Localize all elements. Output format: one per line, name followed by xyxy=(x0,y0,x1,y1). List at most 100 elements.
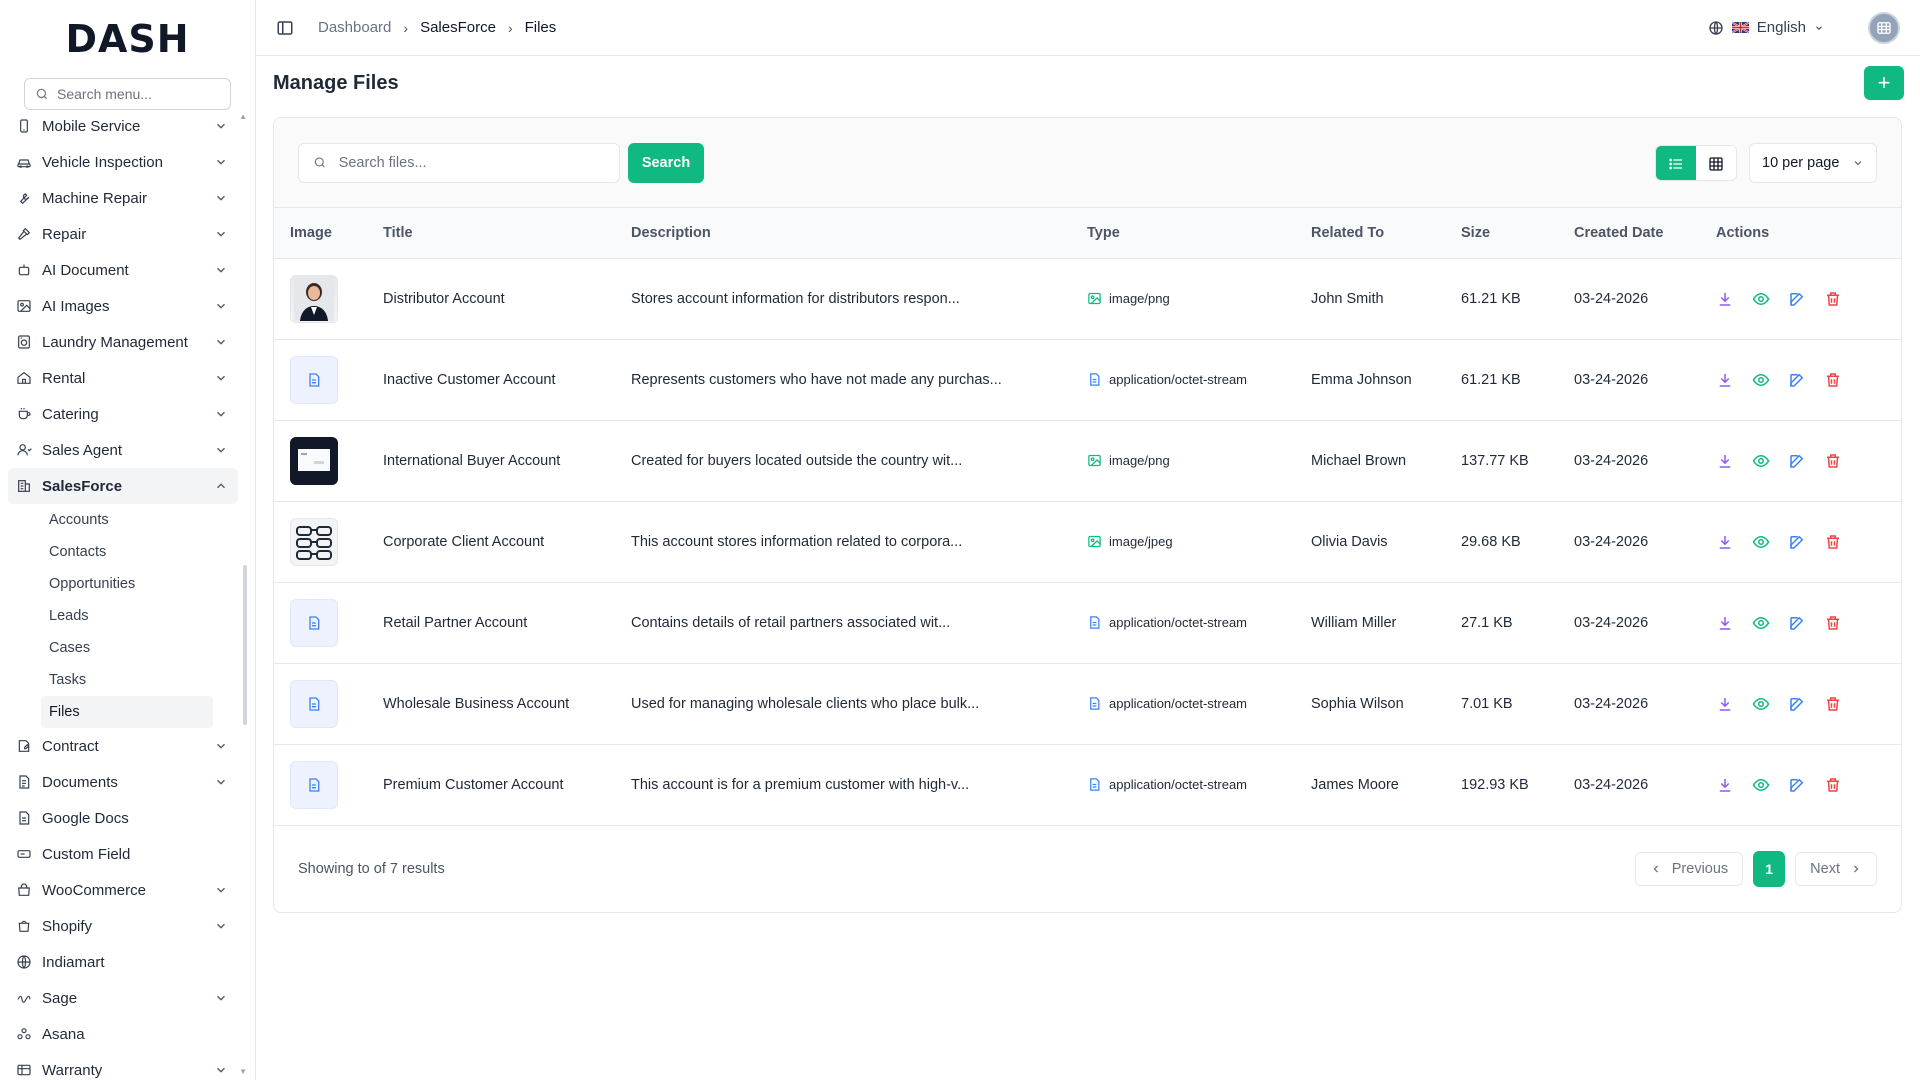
breadcrumb-salesforce[interactable]: SalesForce xyxy=(420,19,496,36)
view-icon[interactable] xyxy=(1752,371,1770,389)
sidebar-subitem-accounts[interactable]: Accounts xyxy=(41,504,213,536)
scroll-down-icon[interactable]: ▼ xyxy=(239,1067,247,1076)
sidebar-item-custom-field[interactable]: Custom Field xyxy=(8,836,238,872)
hammer-icon xyxy=(16,226,32,242)
file-created-date: 03-24-2026 xyxy=(1574,614,1649,631)
list-view-button[interactable] xyxy=(1656,145,1696,180)
edit-icon[interactable] xyxy=(1788,776,1806,794)
next-page-button[interactable]: Next xyxy=(1795,852,1877,886)
sidebar-item-machine-repair[interactable]: Machine Repair xyxy=(8,180,238,216)
add-file-button[interactable]: + xyxy=(1864,66,1904,100)
sidebar-item-vehicle-inspection[interactable]: Vehicle Inspection xyxy=(8,144,238,180)
sidebar-item-google-docs[interactable]: Google Docs xyxy=(8,800,238,836)
sidebar-item-laundry-management[interactable]: Laundry Management xyxy=(8,324,238,360)
edit-icon[interactable] xyxy=(1788,614,1806,632)
per-page-select[interactable]: 10 per page xyxy=(1749,142,1877,183)
view-icon[interactable] xyxy=(1752,695,1770,713)
sidebar-item-mobile-service[interactable]: Mobile Service xyxy=(8,108,238,144)
file-thumbnail[interactable] xyxy=(290,679,338,728)
sidebar-scrollbar[interactable] xyxy=(243,565,247,725)
avatar[interactable] xyxy=(1868,11,1900,44)
page-1-button[interactable]: 1 xyxy=(1753,851,1786,887)
sidebar-subitem-cases[interactable]: Cases xyxy=(41,632,213,664)
file-thumbnail[interactable] xyxy=(290,598,338,647)
download-icon[interactable] xyxy=(1716,371,1734,389)
edit-icon[interactable] xyxy=(1788,290,1806,308)
view-icon[interactable] xyxy=(1752,290,1770,308)
sidebar-item-shopify[interactable]: Shopify xyxy=(8,908,238,944)
sidebar-item-documents[interactable]: Documents xyxy=(8,764,238,800)
sidebar-subitem-tasks[interactable]: Tasks xyxy=(41,664,213,696)
delete-icon[interactable] xyxy=(1824,695,1842,713)
sidebar-item-repair[interactable]: Repair xyxy=(8,216,238,252)
sidebar-item-woocommerce[interactable]: WooCommerce xyxy=(8,872,238,908)
view-icon[interactable] xyxy=(1752,614,1770,632)
file-search-input[interactable] xyxy=(338,154,605,171)
edit-icon[interactable] xyxy=(1788,371,1806,389)
scroll-up-icon[interactable]: ▲ xyxy=(239,112,247,121)
file-icon xyxy=(309,615,320,630)
delete-icon[interactable] xyxy=(1824,371,1842,389)
table-row[interactable]: International Buyer Account Created for b… xyxy=(274,420,1901,501)
table-row[interactable]: Inactive Customer Account Represents cust… xyxy=(274,339,1901,420)
sidebar-item-label: Machine Repair xyxy=(42,189,148,207)
file-type: application/octet-stream xyxy=(1087,615,1279,630)
table-row[interactable]: Wholesale Business Account Used for manag… xyxy=(274,663,1901,744)
edit-icon[interactable] xyxy=(1788,695,1806,713)
sidebar-item-sage[interactable]: Sage xyxy=(8,980,238,1016)
search-button[interactable]: Search xyxy=(628,142,704,183)
delete-icon[interactable] xyxy=(1824,533,1842,551)
chevron-down-icon xyxy=(217,267,225,273)
sidebar-subitem-contacts[interactable]: Contacts xyxy=(41,536,213,568)
sidebar-item-asana[interactable]: Asana xyxy=(8,1016,238,1052)
sidebar-item-catering[interactable]: Catering xyxy=(8,396,238,432)
sidebar-item-salesforce[interactable]: SalesForce xyxy=(8,468,238,504)
table-row[interactable]: Premium Customer Account This account is … xyxy=(274,744,1901,825)
sidebar-subitem-files[interactable]: Files xyxy=(41,696,213,728)
view-icon[interactable] xyxy=(1752,452,1770,470)
download-icon[interactable] xyxy=(1716,290,1734,308)
file-thumbnail[interactable] xyxy=(290,517,338,566)
edit-icon[interactable] xyxy=(1788,452,1806,470)
grid-view-button[interactable] xyxy=(1696,145,1736,180)
file-thumbnail[interactable] xyxy=(290,436,338,485)
edit-icon[interactable] xyxy=(1788,533,1806,551)
table-row[interactable]: Retail Partner Account Contains details o… xyxy=(274,582,1901,663)
sidebar-item-rental[interactable]: Rental xyxy=(8,360,238,396)
previous-page-button[interactable]: Previous xyxy=(1634,852,1744,886)
view-icon[interactable] xyxy=(1752,776,1770,794)
sidebar-item-ai-document[interactable]: AI Document xyxy=(8,252,238,288)
delete-icon[interactable] xyxy=(1824,776,1842,794)
table-row[interactable]: Corporate Client Account This account sto… xyxy=(274,501,1901,582)
sidebar-item-contract[interactable]: Contract xyxy=(8,728,238,764)
delete-icon[interactable] xyxy=(1824,614,1842,632)
sidebar-subitem-leads[interactable]: Leads xyxy=(41,600,213,632)
sidebar-item-warranty[interactable]: Warranty xyxy=(8,1052,238,1080)
sidebar-subitem-opportunities[interactable]: Opportunities xyxy=(41,568,213,600)
file-thumbnail[interactable] xyxy=(290,355,338,404)
table-row[interactable]: Distributor Account Stores account inform… xyxy=(274,258,1901,339)
sidebar-search-input[interactable]: Search menu... xyxy=(24,78,231,110)
files-card: Search 10 per page Image xyxy=(273,117,1902,913)
file-title: International Buyer Account xyxy=(383,452,561,469)
download-icon[interactable] xyxy=(1716,614,1734,632)
file-created-date: 03-24-2026 xyxy=(1574,452,1649,469)
file-thumbnail[interactable] xyxy=(290,760,338,809)
sidebar-item-indiamart[interactable]: Indiamart xyxy=(8,944,238,980)
file-thumbnail[interactable] xyxy=(290,274,338,323)
logo[interactable]: DASH xyxy=(0,0,255,78)
delete-icon[interactable] xyxy=(1824,290,1842,308)
file-type-label: application/octet-stream xyxy=(1109,696,1248,711)
delete-icon[interactable] xyxy=(1824,452,1842,470)
language-selector[interactable]: English xyxy=(1708,11,1900,44)
sidebar-item-sales-agent[interactable]: Sales Agent xyxy=(8,432,238,468)
row-actions xyxy=(1716,614,1885,632)
breadcrumb-dashboard[interactable]: Dashboard xyxy=(318,19,391,36)
download-icon[interactable] xyxy=(1716,776,1734,794)
sidebar-toggle-icon[interactable] xyxy=(276,19,294,37)
download-icon[interactable] xyxy=(1716,695,1734,713)
sidebar-item-ai-images[interactable]: AI Images xyxy=(8,288,238,324)
view-icon[interactable] xyxy=(1752,533,1770,551)
download-icon[interactable] xyxy=(1716,452,1734,470)
download-icon[interactable] xyxy=(1716,533,1734,551)
